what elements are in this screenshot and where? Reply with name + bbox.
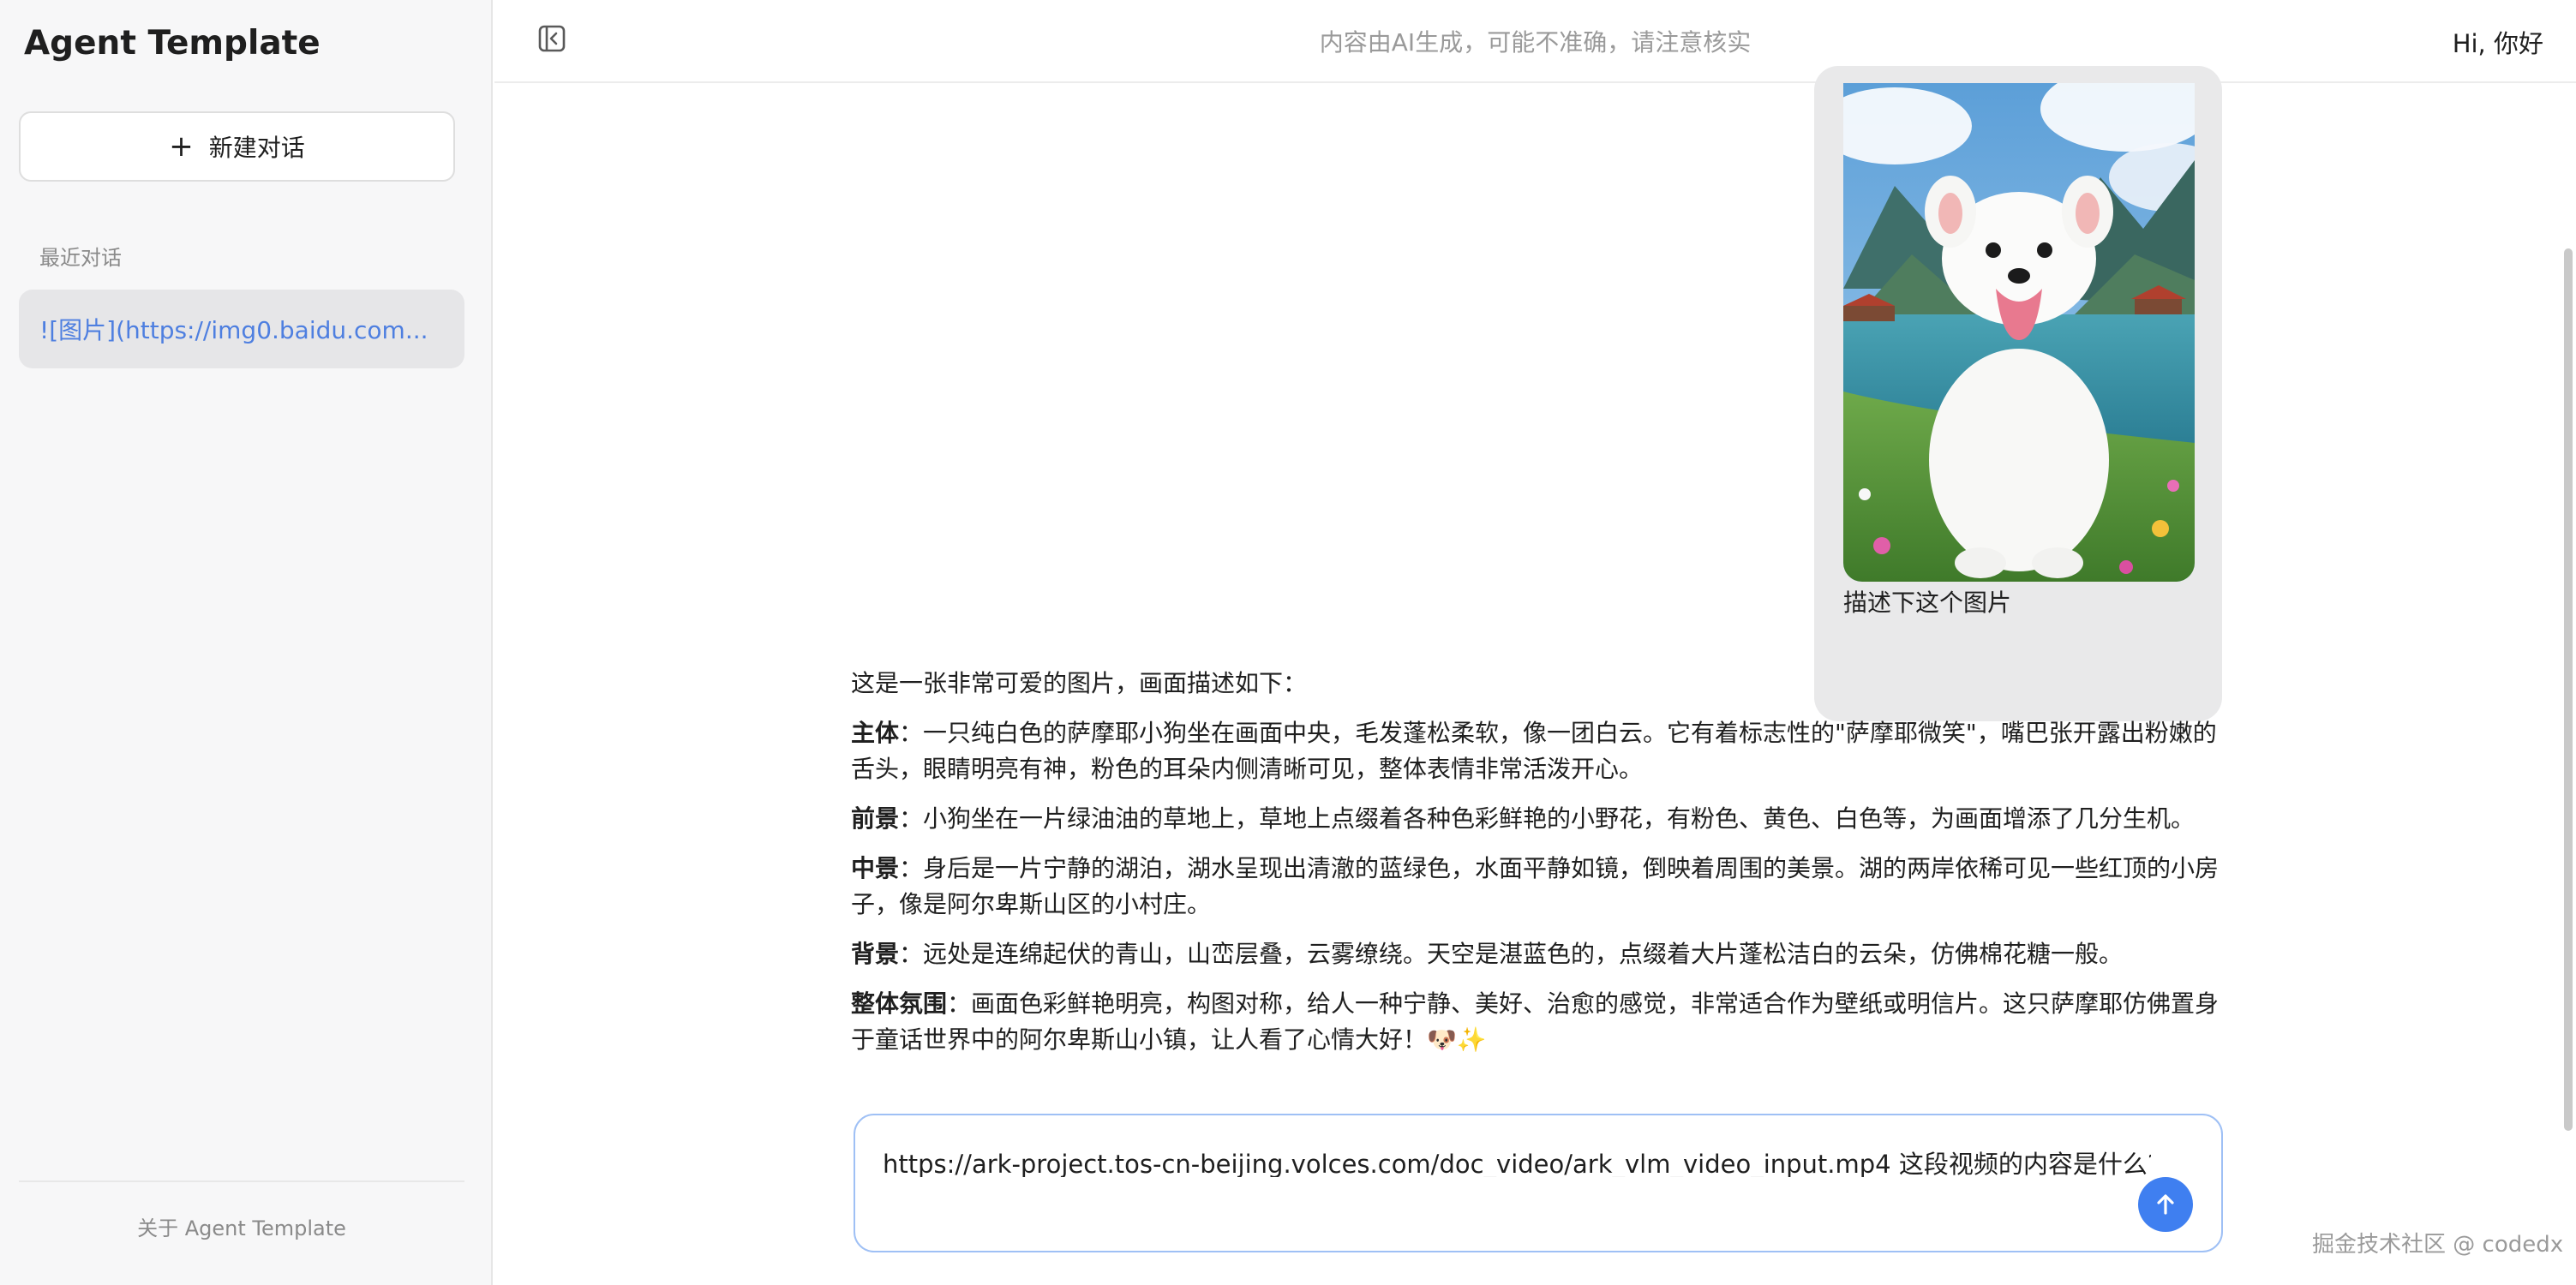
sidebar-divider [19, 1180, 464, 1182]
conversation-title: ![图片](https://img0.baidu.com... [39, 316, 428, 344]
recent-conversations-heading: 最近对话 [39, 246, 122, 270]
chat-area: 描述下这个图片 这是一张非常可爱的图片，画面描述如下： 主体：一只纯白色的萨摩耶… [494, 66, 2576, 1285]
samoyed-puppy-photo[interactable] [1843, 83, 2195, 582]
app-root: Agent Template + 新建对话 最近对话 ![图片](https:/… [0, 0, 2576, 1285]
answer-section: 整体氛围：画面色彩鲜艳明亮，构图对称，给人一种宁静、美好、治愈的感觉，非常适合作… [851, 986, 2220, 1058]
answer-section-text: ：小狗坐在一片绿油油的草地上，草地上点缀着各种色彩鲜艳的小野花，有粉色、黄色、白… [899, 804, 2196, 833]
answer-section-text: ：身后是一片宁静的湖泊，湖水呈现出清澈的蓝绿色，水面平静如镜，倒映着周围的美景。… [851, 854, 2220, 918]
answer-section-label: 主体 [851, 719, 900, 747]
assistant-message: 这是一张非常可爱的图片，画面描述如下： 主体：一只纯白色的萨摩耶小狗坐在画面中央… [851, 666, 2220, 1072]
answer-section-label: 整体氛围 [851, 989, 948, 1018]
message-input[interactable] [883, 1148, 2151, 1177]
answer-intro: 这是一张非常可爱的图片，画面描述如下： [851, 669, 1308, 697]
answer-section: 主体：一只纯白色的萨摩耶小狗坐在画面中央，毛发蓬松柔软，像一团白云。它有着标志性… [851, 715, 2220, 787]
ai-disclaimer: 内容由AI生成，可能不准确，请注意核实 [1319, 28, 1752, 57]
user-greeting: Hi, 你好 [2452, 29, 2543, 58]
about-link[interactable]: 关于 Agent Template [0, 1211, 483, 1241]
answer-section-label: 中景 [851, 854, 900, 882]
answer-section-text: ：远处是连绵起伏的青山，山峦层叠，云雾缭绕。天空是湛蓝色的，点缀着大片蓬松洁白的… [899, 940, 2124, 968]
send-button[interactable] [2138, 1177, 2193, 1232]
answer-section-text: ：一只纯白色的萨摩耶小狗坐在画面中央，毛发蓬松柔软，像一团白云。它有着标志性的"… [851, 719, 2217, 783]
conversation-item[interactable]: ![图片](https://img0.baidu.com... [19, 290, 464, 368]
answer-section: 中景：身后是一片宁静的湖泊，湖水呈现出清澈的蓝绿色，水面平静如镜，倒映着周围的美… [851, 851, 2220, 923]
answer-section-text: ：画面色彩鲜艳明亮，构图对称，给人一种宁静、美好、治愈的感觉，非常适合作为壁纸或… [851, 989, 2220, 1054]
app-title: Agent Template [24, 24, 321, 63]
chat-scrollbar[interactable] [2564, 248, 2573, 1131]
watermark: 掘金技术社区 @ codedx [2312, 1232, 2564, 1258]
answer-section: 前景：小狗坐在一片绿油油的草地上，草地上点缀着各种色彩鲜艳的小野花，有粉色、黄色… [851, 801, 2220, 837]
new-chat-button[interactable]: + 新建对话 [19, 111, 455, 182]
user-message-text: 描述下这个图片 [1843, 589, 2012, 617]
answer-section-label: 前景 [851, 804, 900, 833]
arrow-up-icon [2157, 1194, 2174, 1215]
new-chat-label: 新建对话 [208, 134, 305, 162]
answer-section: 背景：远处是连绵起伏的青山，山峦层叠，云雾缭绕。天空是湛蓝色的，点缀着大片蓬松洁… [851, 936, 2220, 972]
answer-section-label: 背景 [851, 940, 900, 968]
top-header: 内容由AI生成，可能不准确，请注意核实 Hi, 你好 [494, 0, 2576, 83]
plus-icon: + [169, 129, 194, 164]
message-composer[interactable] [854, 1114, 2223, 1252]
sidebar: Agent Template + 新建对话 最近对话 ![图片](https:/… [0, 0, 493, 1285]
